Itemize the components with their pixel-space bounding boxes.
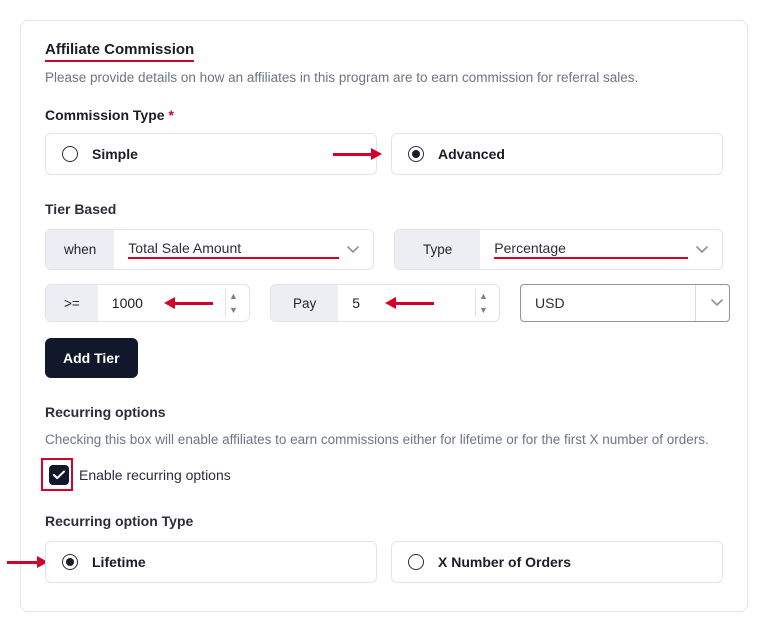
- pay-input[interactable]: Pay 5 ▲▼: [270, 284, 500, 322]
- recurring-type-lifetime[interactable]: Lifetime: [45, 541, 377, 583]
- recurring-options-heading: Recurring options: [45, 404, 723, 420]
- affiliate-commission-panel: Affiliate Commission Please provide deta…: [20, 20, 748, 612]
- radio-label-advanced: Advanced: [438, 146, 505, 162]
- when-value: Total Sale Amount: [128, 240, 339, 259]
- enable-recurring-checkbox-row[interactable]: Enable recurring options: [45, 459, 235, 491]
- tier-config-row-2: >= 1000 ▲▼ Pay 5 ▲▼ USD: [45, 284, 723, 322]
- commission-type-label-text: Commission Type: [45, 107, 165, 123]
- commission-type-simple[interactable]: Simple: [45, 133, 377, 175]
- required-asterisk: *: [168, 107, 173, 123]
- chevron-down-icon: [711, 299, 723, 307]
- commission-type-label: Commission Type *: [45, 107, 723, 123]
- enable-recurring-label: Enable recurring options: [79, 467, 231, 483]
- type-value: Percentage: [494, 240, 688, 259]
- radio-icon: [408, 146, 424, 162]
- section-title: Affiliate Commission: [45, 41, 194, 62]
- threshold-input[interactable]: >= 1000 ▲▼: [45, 284, 250, 322]
- recurring-type-heading: Recurring option Type: [45, 513, 723, 529]
- radio-icon: [62, 146, 78, 162]
- radio-icon: [408, 554, 424, 570]
- recurring-type-xorders[interactable]: X Number of Orders: [391, 541, 723, 583]
- radio-label-xorders: X Number of Orders: [438, 554, 571, 570]
- chevron-down-icon: [347, 246, 359, 254]
- chevron-down-icon: [696, 246, 708, 254]
- stepper-buttons[interactable]: ▲▼: [475, 289, 491, 317]
- add-tier-button[interactable]: Add Tier: [45, 338, 138, 378]
- currency-value: USD: [521, 285, 695, 321]
- tier-based-heading: Tier Based: [45, 201, 723, 217]
- recurring-help-text: Checking this box will enable affiliates…: [45, 432, 723, 447]
- pay-prefix: Pay: [271, 285, 338, 321]
- type-prefix: Type: [395, 230, 480, 269]
- when-prefix: when: [46, 230, 114, 269]
- commission-type-row: Simple Advanced: [45, 133, 723, 175]
- radio-icon: [62, 554, 78, 570]
- section-help-text: Please provide details on how an affilia…: [45, 70, 723, 85]
- type-select[interactable]: Type Percentage: [394, 229, 723, 270]
- tier-config-row-1: when Total Sale Amount Type Percentage: [45, 229, 723, 270]
- annotation-arrow: [7, 556, 48, 568]
- commission-type-advanced[interactable]: Advanced: [391, 133, 723, 175]
- radio-label-simple: Simple: [92, 146, 138, 162]
- checkbox-checked-icon: [49, 465, 69, 485]
- radio-label-lifetime: Lifetime: [92, 554, 146, 570]
- stepper-buttons[interactable]: ▲▼: [225, 289, 241, 317]
- when-select[interactable]: when Total Sale Amount: [45, 229, 374, 270]
- recurring-type-row: Lifetime X Number of Orders: [45, 541, 723, 583]
- threshold-value: 1000: [112, 295, 225, 311]
- currency-select[interactable]: USD: [520, 284, 730, 322]
- pay-value: 5: [352, 295, 475, 311]
- op-prefix: >=: [46, 285, 98, 321]
- annotation-arrow: [333, 148, 382, 160]
